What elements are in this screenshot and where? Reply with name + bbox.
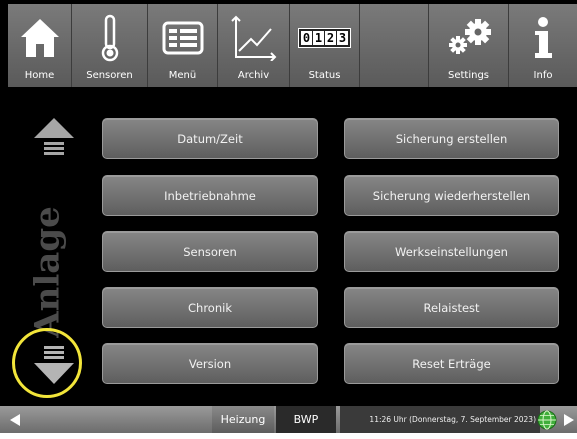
bottom-strip	[0, 433, 577, 439]
info-icon	[509, 12, 577, 64]
menu-label: Menü	[168, 70, 197, 81]
factory-settings-button[interactable]: Werkseinstellungen	[344, 231, 559, 272]
relay-test-button[interactable]: Relaistest	[344, 287, 559, 328]
home-label: Home	[24, 70, 55, 81]
left-arrow-icon	[10, 413, 20, 426]
right-arrow-icon	[563, 413, 574, 426]
tab-bwp[interactable]: BWP	[276, 406, 336, 433]
status-bar: Heizung BWP 11:26 Uhr (Donnerstag, 7. Se…	[0, 406, 577, 433]
info-label: Info	[533, 70, 553, 81]
sensors-menu-button[interactable]: Sensoren	[102, 231, 318, 272]
status-button[interactable]: 0 1 2 3 Status	[290, 4, 360, 87]
version-button[interactable]: Version	[102, 343, 318, 384]
thermometer-icon	[72, 12, 147, 64]
section-label: Anlage	[18, 202, 78, 342]
sensors-label: Sensoren	[86, 70, 133, 81]
counter-digit: 3	[337, 31, 348, 45]
globe-button[interactable]	[534, 406, 560, 433]
status-label: Status	[308, 70, 341, 81]
home-icon	[8, 12, 71, 64]
next-page-button[interactable]	[560, 406, 577, 433]
settings-label: Settings	[447, 70, 489, 81]
restore-backup-button[interactable]: Sicherung wiederherstellen	[344, 175, 559, 216]
scroll-up-icon	[34, 118, 74, 155]
top-toolbar: Home Sensoren Menü Archiv 0 1 2 3 Status…	[8, 4, 577, 87]
globe-icon	[537, 410, 557, 429]
settings-button[interactable]: Settings	[429, 4, 509, 87]
tab-heating[interactable]: Heizung	[212, 406, 274, 433]
datetime-button[interactable]: Datum/Zeit	[102, 118, 318, 159]
highlight-circle	[12, 328, 82, 398]
commissioning-button[interactable]: Inbetriebnahme	[102, 175, 318, 216]
chronicle-button[interactable]: Chronik	[102, 287, 318, 328]
info-button[interactable]: Info	[509, 4, 577, 87]
toolbar-spacer	[360, 4, 429, 87]
menu-icon	[148, 12, 217, 64]
archive-label: Archiv	[237, 70, 270, 81]
counter-digit: 2	[325, 31, 336, 45]
counter-icon: 0 1 2 3	[290, 12, 359, 64]
counter-digit: 1	[313, 31, 324, 45]
chart-icon	[218, 12, 289, 64]
archive-button[interactable]: Archiv	[218, 4, 290, 87]
sensors-button[interactable]: Sensoren	[72, 4, 148, 87]
counter-digit: 0	[301, 31, 312, 45]
create-backup-button[interactable]: Sicherung erstellen	[344, 118, 559, 159]
section-label-text: Anlage	[28, 206, 69, 338]
gears-icon	[429, 12, 508, 64]
reset-yields-button[interactable]: Reset Erträge	[344, 343, 559, 384]
prev-page-button[interactable]	[0, 406, 30, 433]
clock-display: 11:26 Uhr (Donnerstag, 7. September 2023…	[340, 406, 540, 433]
menu-button[interactable]: Menü	[148, 4, 218, 87]
scroll-up-button[interactable]	[30, 116, 78, 160]
home-button[interactable]: Home	[8, 4, 72, 87]
